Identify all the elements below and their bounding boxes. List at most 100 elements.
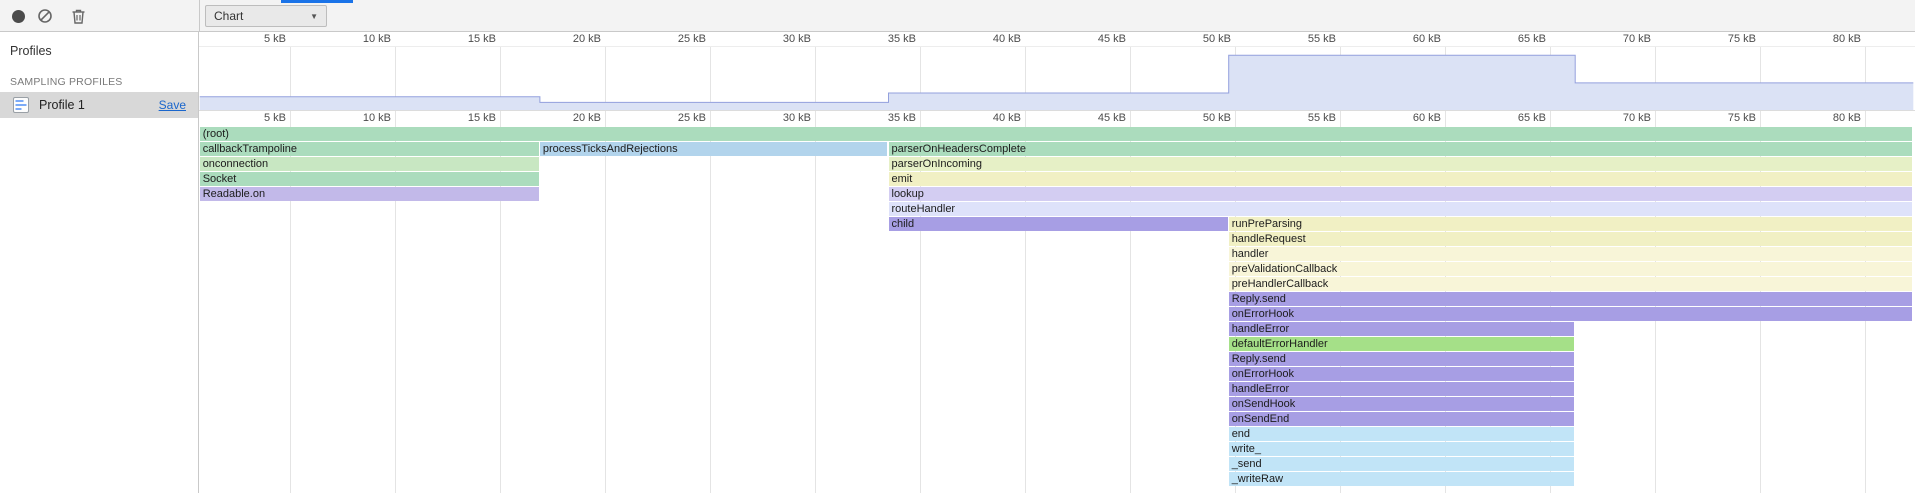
profile-item-profile-1[interactable]: Profile 1 Save: [0, 92, 198, 118]
flame-bar[interactable]: Socket: [200, 172, 539, 186]
gridline: [1235, 111, 1236, 127]
flame-bar[interactable]: (root): [200, 127, 1913, 141]
chevron-down-icon: ▼: [310, 12, 318, 21]
view-mode-select[interactable]: Chart ▼: [205, 5, 327, 27]
flame-bar[interactable]: preValidationCallback: [1229, 262, 1913, 276]
flame-bar[interactable]: runPreParsing: [1229, 217, 1913, 231]
memory-overview-chart: [199, 47, 1915, 110]
gridline: [605, 111, 606, 127]
ruler-tick-label: 40 kB: [963, 33, 1021, 45]
ruler-tick-label: 45 kB: [1068, 112, 1126, 124]
sampling-profiles-section-label: SAMPLING PROFILES: [10, 76, 123, 88]
flame-bar[interactable]: emit: [889, 172, 1913, 186]
ruler-tick-label: 60 kB: [1383, 33, 1441, 45]
view-mode-value: Chart: [214, 9, 243, 23]
flame-bar[interactable]: handler: [1229, 247, 1913, 261]
gridline: [710, 127, 711, 493]
gridline: [1655, 111, 1656, 127]
ruler-tick-label: 25 kB: [648, 112, 706, 124]
gridline: [815, 127, 816, 493]
flame-bar[interactable]: onSendHook: [1229, 397, 1575, 411]
save-profile-link[interactable]: Save: [159, 98, 186, 112]
ruler-tick-label: 35 kB: [858, 112, 916, 124]
ruler-tick-label: 25 kB: [648, 33, 706, 45]
gridline: [1025, 111, 1026, 127]
ruler-tick-label: 50 kB: [1173, 112, 1231, 124]
flame-bar[interactable]: processTicksAndRejections: [540, 142, 888, 156]
ruler-tick-label: 10 kB: [333, 112, 391, 124]
ruler-tick-label: 35 kB: [858, 33, 916, 45]
profile-icon: [12, 96, 30, 114]
ruler-tick-label: 60 kB: [1383, 112, 1441, 124]
flame-bar[interactable]: preHandlerCallback: [1229, 277, 1913, 291]
ruler-tick-label: 80 kB: [1803, 33, 1861, 45]
flame-bar[interactable]: parserOnIncoming: [889, 157, 1913, 171]
flame-bar[interactable]: Reply.send: [1229, 292, 1913, 306]
flame-bar[interactable]: handleError: [1229, 322, 1575, 336]
gridline: [500, 111, 501, 127]
ruler-tick-label: 30 kB: [753, 33, 811, 45]
flame-bar[interactable]: _writeRaw: [1229, 472, 1575, 486]
ruler-tick-label: 75 kB: [1698, 33, 1756, 45]
ruler-tick-label: 30 kB: [753, 112, 811, 124]
flame-bar[interactable]: routeHandler: [889, 202, 1913, 216]
flame-bar[interactable]: onconnection: [200, 157, 539, 171]
flame-bar[interactable]: lookup: [889, 187, 1913, 201]
ruler-tick-label: 45 kB: [1068, 33, 1126, 45]
gridline: [1340, 111, 1341, 127]
gridline: [710, 111, 711, 127]
gridline: [1445, 111, 1446, 127]
overview-ruler: 5 kB10 kB15 kB20 kB25 kB30 kB35 kB40 kB4…: [199, 32, 1915, 47]
ruler-tick-label: 20 kB: [543, 112, 601, 124]
profiler-toolbar: Chart ▼: [0, 0, 1915, 32]
ruler-tick-label: 70 kB: [1593, 112, 1651, 124]
delete-profile-button[interactable]: [66, 4, 90, 28]
flame-ruler: 5 kB 10 kB 15 kB 20 kB 25 kB 30 kB 35 kB 40 kB 4…: [199, 110, 1915, 127]
flame-bar[interactable]: handleRequest: [1229, 232, 1913, 246]
flame-bar[interactable]: Readable.on: [200, 187, 539, 201]
ruler-tick-label: 65 kB: [1488, 112, 1546, 124]
profile-name: Profile 1: [39, 98, 159, 112]
ruler-tick-label: 55 kB: [1278, 112, 1336, 124]
flame-bar[interactable]: Reply.send: [1229, 352, 1575, 366]
trash-icon: [72, 9, 85, 24]
gridline: [1865, 111, 1866, 127]
flame-bar[interactable]: write_: [1229, 442, 1575, 456]
ruler-tick-label: 70 kB: [1593, 33, 1651, 45]
ruler-tick-label: 5 kB: [228, 112, 286, 124]
flame-bar[interactable]: onSendEnd: [1229, 412, 1575, 426]
ruler-tick-label: 55 kB: [1278, 33, 1336, 45]
ruler-tick-label: 40 kB: [963, 112, 1021, 124]
flame-bar[interactable]: handleError: [1229, 382, 1575, 396]
flame-bar[interactable]: _send: [1229, 457, 1575, 471]
ruler-tick-label: 20 kB: [543, 33, 601, 45]
ruler-tick-label: 15 kB: [438, 33, 496, 45]
flame-chart[interactable]: (root)callbackTrampolineprocessTicksAndR…: [199, 127, 1915, 493]
gridline: [1130, 111, 1131, 127]
flame-bar[interactable]: parserOnHeadersComplete: [889, 142, 1913, 156]
flame-bar[interactable]: child: [889, 217, 1228, 231]
ruler-tick-label: 75 kB: [1698, 112, 1756, 124]
memory-overview[interactable]: [199, 47, 1915, 110]
active-tab-indicator: [281, 0, 353, 3]
profiles-sidebar: Profiles SAMPLING PROFILES Profile 1 Sav…: [0, 32, 199, 493]
flame-bar[interactable]: callbackTrampoline: [200, 142, 539, 156]
flame-bar[interactable]: end: [1229, 427, 1575, 441]
record-icon: [12, 10, 25, 23]
clear-profiles-button[interactable]: [33, 4, 57, 28]
ruler-tick-label: 80 kB: [1803, 112, 1861, 124]
gridline: [1550, 111, 1551, 127]
flame-bar[interactable]: onErrorHook: [1229, 367, 1575, 381]
flame-bar[interactable]: onErrorHook: [1229, 307, 1913, 321]
gridline: [920, 111, 921, 127]
heap-profiler-panel: Chart ▼ Profiles SAMPLING PROFILES Profi…: [0, 0, 1915, 493]
gridline: [1760, 111, 1761, 127]
gridline: [815, 111, 816, 127]
flame-bar[interactable]: defaultErrorHandler: [1229, 337, 1575, 351]
ruler-tick-label: 65 kB: [1488, 33, 1546, 45]
gridline: [395, 111, 396, 127]
record-button[interactable]: [6, 4, 30, 28]
ruler-tick-label: 15 kB: [438, 112, 496, 124]
toolbar-separator: [199, 0, 200, 32]
profiles-heading: Profiles: [10, 44, 52, 58]
